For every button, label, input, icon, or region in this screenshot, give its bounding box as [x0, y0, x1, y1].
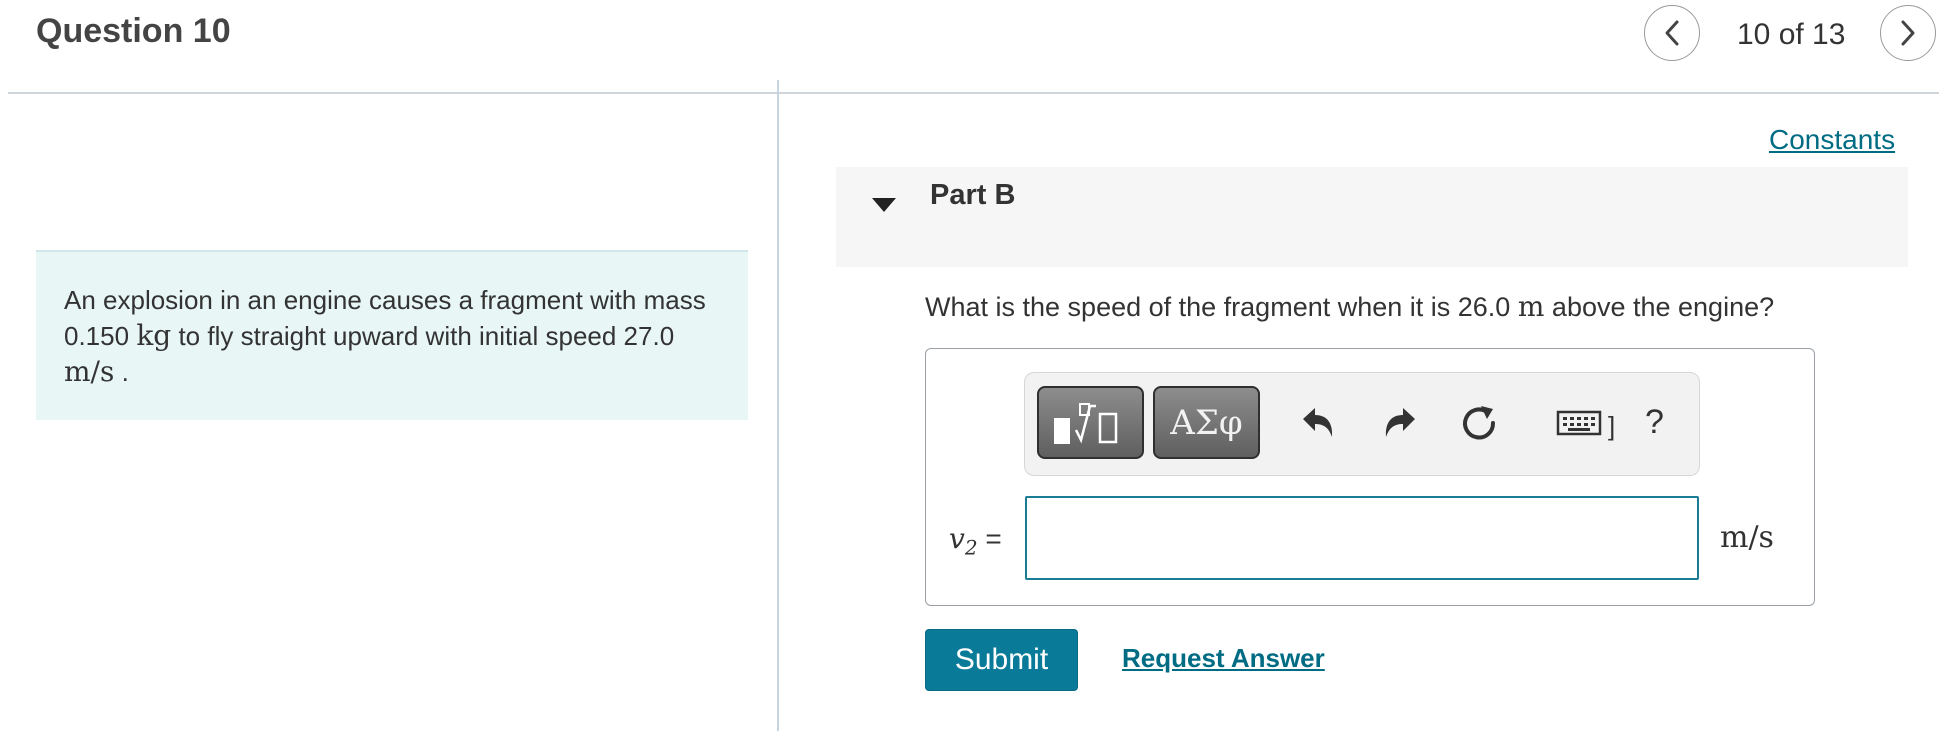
help-icon[interactable]: ?: [1645, 403, 1664, 442]
pane-divider: [777, 80, 779, 731]
constants-link[interactable]: Constants: [1769, 124, 1895, 156]
answer-variable-label: v2 =: [949, 522, 1002, 560]
part-toggle[interactable]: [866, 187, 902, 223]
request-answer-link[interactable]: Request Answer: [1122, 643, 1325, 674]
keyboard-icon: [1556, 410, 1602, 436]
reset-icon: [1463, 406, 1496, 440]
answer-input[interactable]: [1025, 496, 1699, 580]
keyboard-button[interactable]: [1555, 399, 1603, 447]
question-text-part-1: What is the speed of the fragment when i…: [925, 292, 1511, 322]
problem-context: An explosion in an engine causes a fragm…: [36, 250, 748, 420]
math-toolbar: ΑΣφ ] ?: [1024, 372, 1700, 476]
part-header: Part B: [836, 167, 1908, 267]
previous-question-button[interactable]: [1644, 5, 1700, 61]
greek-symbols-icon: ΑΣφ: [1170, 402, 1243, 443]
context-text: An explosion in an engine causes a fragm…: [64, 282, 724, 390]
keyboard-bracket: ]: [1608, 411, 1616, 441]
redo-button[interactable]: [1375, 399, 1423, 447]
next-question-button[interactable]: [1880, 5, 1936, 61]
question-text-part-2: above the engine?: [1551, 292, 1775, 322]
equals-sign: =: [985, 523, 1002, 554]
templates-button[interactable]: [1037, 386, 1144, 459]
submit-button[interactable]: Submit: [925, 629, 1078, 691]
templates-icon: [1053, 402, 1117, 444]
greek-symbols-button[interactable]: ΑΣφ: [1153, 386, 1260, 459]
triangle-down-icon: [872, 198, 896, 212]
variable-subscript: 2: [964, 535, 978, 560]
context-text-part-2: to fly straight upward with initial spee…: [178, 321, 675, 351]
question-text: What is the speed of the fragment when i…: [925, 290, 1774, 323]
part-title: Part B: [930, 179, 1016, 211]
chevron-left-icon: [1665, 20, 1679, 46]
reset-button[interactable]: [1455, 399, 1503, 447]
question-title: Question 10: [36, 12, 231, 50]
answer-units: m/s: [1720, 520, 1774, 555]
header-divider: [8, 92, 1939, 94]
speed-unit: m/s: [64, 355, 115, 388]
redo-icon: [1385, 408, 1415, 437]
height-unit: m: [1517, 290, 1545, 323]
chevron-right-icon: [1901, 20, 1915, 46]
variable-symbol: v: [949, 522, 965, 555]
context-text-part-3: .: [121, 357, 129, 387]
undo-button[interactable]: [1295, 399, 1343, 447]
question-counter: 10 of 13: [1737, 18, 1846, 51]
undo-icon: [1303, 408, 1333, 437]
mass-unit: kg: [136, 319, 172, 352]
